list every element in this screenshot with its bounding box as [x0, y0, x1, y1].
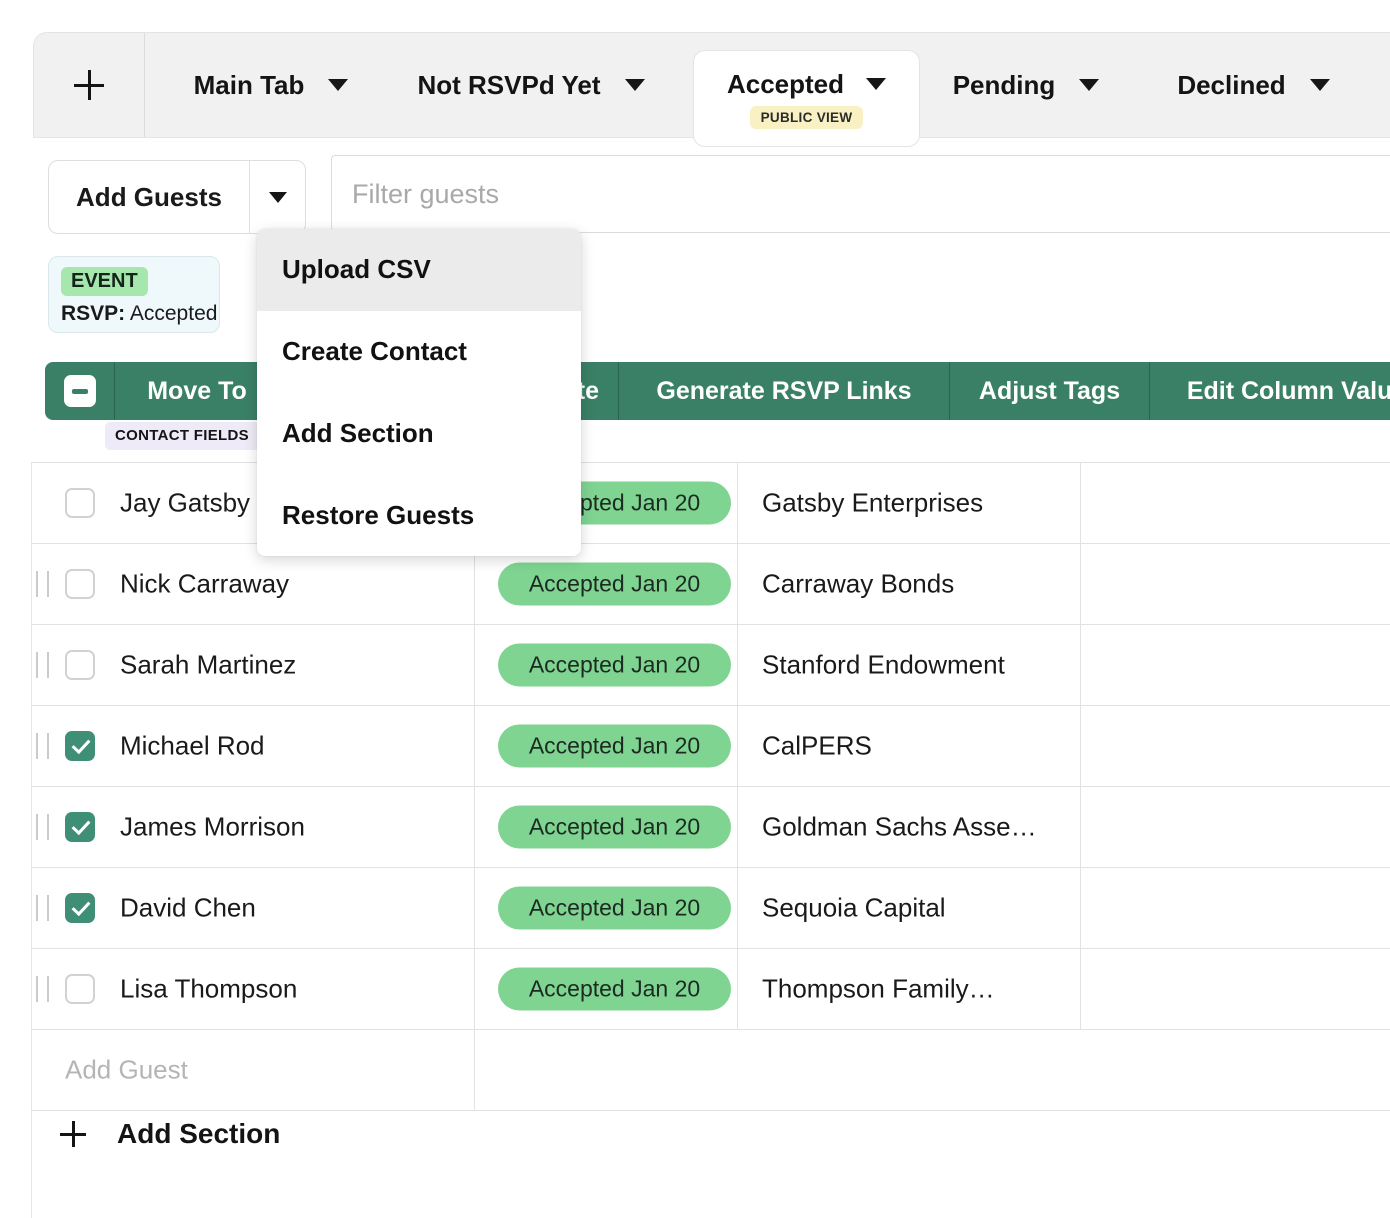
guest-company[interactable]: Sequoia Capital: [762, 893, 946, 924]
plus-icon: [74, 70, 104, 100]
guest-company[interactable]: Gatsby Enterprises: [762, 488, 983, 519]
rsvp-status-badge[interactable]: Accepted Jan 20: [498, 563, 731, 606]
tab-label: Accepted: [727, 69, 844, 100]
add-guests-split-button[interactable]: Add Guests: [48, 160, 306, 234]
drag-handle-icon[interactable]: [36, 976, 49, 1002]
adjust-tags-button[interactable]: Adjust Tags: [950, 362, 1150, 420]
table-row[interactable]: Michael Rod Accepted Jan 20 CalPERS: [31, 706, 1390, 787]
drag-handle-icon[interactable]: [36, 571, 49, 597]
event-filter-card[interactable]: EVENT RSVP: Accepted: [48, 256, 220, 333]
filter-guests-input[interactable]: [331, 155, 1390, 233]
add-guests-dropdown-toggle[interactable]: [250, 161, 305, 233]
rsvp-status-badge[interactable]: Accepted Jan 20: [498, 725, 731, 768]
menu-item-restore-guests[interactable]: Restore Guests: [257, 474, 581, 556]
menu-item-add-section[interactable]: Add Section: [257, 393, 581, 475]
rsvp-field-value: Accepted: [130, 302, 218, 325]
row-checkbox[interactable]: [65, 731, 95, 761]
table-row[interactable]: Nick Carraway Accepted Jan 20 Carraway B…: [31, 544, 1390, 625]
guest-name[interactable]: James Morrison: [120, 812, 305, 843]
add-guest-placeholder[interactable]: Add Guest: [65, 1055, 188, 1086]
rsvp-status-badge[interactable]: Accepted Jan 20: [498, 806, 731, 849]
row-checkbox[interactable]: [65, 650, 95, 680]
add-section-label: Add Section: [117, 1118, 280, 1150]
menu-item-create-contact[interactable]: Create Contact: [257, 311, 581, 393]
table-row[interactable]: David Chen Accepted Jan 20 Sequoia Capit…: [31, 868, 1390, 949]
table-row[interactable]: Lisa Thompson Accepted Jan 20 Thompson F…: [31, 949, 1390, 1030]
row-checkbox[interactable]: [65, 893, 95, 923]
generate-rsvp-links-button[interactable]: Generate RSVP Links: [619, 362, 950, 420]
guest-company[interactable]: CalPERS: [762, 731, 872, 762]
event-badge: EVENT: [61, 267, 148, 296]
move-to-button[interactable]: Move To: [115, 362, 280, 420]
tab-not-rsvpd-yet[interactable]: Not RSVPd Yet: [396, 33, 666, 137]
add-guests-dropdown-menu: Upload CSV Create Contact Add Section Re…: [257, 229, 581, 556]
guest-name[interactable]: Lisa Thompson: [120, 974, 297, 1005]
menu-item-upload-csv[interactable]: Upload CSV: [257, 229, 581, 311]
public-view-badge: PUBLIC VIEW: [750, 106, 864, 129]
edit-column-values-button[interactable]: Edit Column Values: [1150, 362, 1390, 420]
table-row[interactable]: James Morrison Accepted Jan 20 Goldman S…: [31, 787, 1390, 868]
row-checkbox[interactable]: [65, 569, 95, 599]
chevron-down-icon[interactable]: [328, 79, 348, 91]
drag-handle-icon[interactable]: [36, 895, 49, 921]
chevron-down-icon: [269, 192, 287, 203]
add-tab-button[interactable]: [34, 33, 145, 137]
drag-handle-icon[interactable]: [36, 814, 49, 840]
rsvp-status-badge[interactable]: Accepted Jan 20: [498, 644, 731, 687]
row-checkbox[interactable]: [65, 974, 95, 1004]
table-row[interactable]: Jay Gatsby Accepted Jan 20 Gatsby Enterp…: [31, 463, 1390, 544]
bulk-action-toolbar: Move To Delete Generate RSVP Links Adjus…: [45, 362, 1390, 420]
tab-main-tab[interactable]: Main Tab: [151, 33, 391, 137]
select-all-checkbox-indeterminate[interactable]: [64, 375, 96, 407]
plus-icon: [60, 1121, 86, 1147]
drag-handle-icon[interactable]: [36, 733, 49, 759]
row-checkbox[interactable]: [65, 488, 95, 518]
add-section-button[interactable]: Add Section: [31, 1118, 280, 1150]
guest-list-page: Main Tab Not RSVPd Yet Pending Declined …: [0, 0, 1390, 1218]
guest-name[interactable]: Jay Gatsby: [120, 488, 250, 519]
table-row[interactable]: Sarah Martinez Accepted Jan 20 Stanford …: [31, 625, 1390, 706]
chevron-down-icon[interactable]: [866, 78, 886, 90]
drag-handle-icon[interactable]: [36, 652, 49, 678]
chevron-down-icon[interactable]: [1079, 79, 1099, 91]
guest-name[interactable]: Nick Carraway: [120, 569, 289, 600]
tab-label: Declined: [1177, 70, 1285, 101]
add-guest-row[interactable]: Add Guest: [31, 1030, 1390, 1111]
rsvp-status-badge[interactable]: Accepted Jan 20: [498, 968, 731, 1011]
contact-fields-column-header: CONTACT FIELDS: [105, 422, 259, 450]
tab-accepted-active[interactable]: Accepted PUBLIC VIEW: [693, 50, 920, 147]
tab-label: Main Tab: [194, 70, 305, 101]
guest-company[interactable]: Carraway Bonds: [762, 569, 954, 600]
chevron-down-icon[interactable]: [1310, 79, 1330, 91]
tab-label: Pending: [953, 70, 1056, 101]
tab-declined[interactable]: Declined: [1146, 33, 1361, 137]
tab-pending[interactable]: Pending: [926, 33, 1126, 137]
guest-table: Jay Gatsby Accepted Jan 20 Gatsby Enterp…: [31, 462, 1390, 1111]
guest-name[interactable]: Michael Rod: [120, 731, 265, 762]
guest-company[interactable]: Thompson Family…: [762, 974, 995, 1005]
row-checkbox[interactable]: [65, 812, 95, 842]
guest-name[interactable]: David Chen: [120, 893, 256, 924]
guest-name[interactable]: Sarah Martinez: [120, 650, 296, 681]
rsvp-filter-value: RSVP: Accepted: [61, 302, 207, 326]
rsvp-field-label: RSVP:: [61, 302, 125, 325]
guest-company[interactable]: Goldman Sachs Asse…: [762, 812, 1037, 843]
tab-label: Not RSVPd Yet: [417, 70, 600, 101]
rsvp-status-badge[interactable]: Accepted Jan 20: [498, 887, 731, 930]
guest-company[interactable]: Stanford Endowment: [762, 650, 1005, 681]
chevron-down-icon[interactable]: [625, 79, 645, 91]
add-guests-button[interactable]: Add Guests: [49, 161, 250, 233]
select-all-cell[interactable]: [45, 362, 115, 420]
